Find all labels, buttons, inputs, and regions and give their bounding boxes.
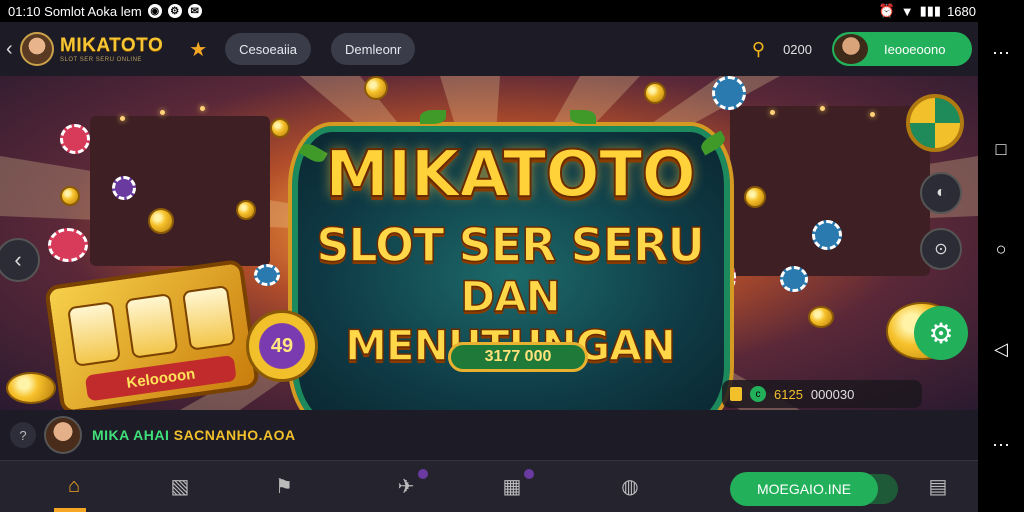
chevron-left-icon[interactable]: ‹ xyxy=(6,38,20,61)
banner-title: MIKATOTO xyxy=(324,137,697,213)
tab-account-icon[interactable]: ◍ xyxy=(610,471,650,501)
lantern xyxy=(820,106,825,111)
slot-reel xyxy=(124,293,179,359)
announcement-name: MIKA AHAI xyxy=(92,427,170,443)
slot-reel xyxy=(67,301,121,367)
casino-chip xyxy=(48,228,88,262)
active-tab-indicator xyxy=(54,508,86,512)
brand-name: MIKATOTO xyxy=(60,35,164,56)
recent-apps-icon[interactable]: □ xyxy=(978,134,1024,164)
coin xyxy=(148,208,174,234)
casino-chip xyxy=(812,220,842,250)
slot-machine: Keloooon xyxy=(43,258,261,410)
lantern xyxy=(120,116,125,121)
star-icon[interactable]: ★ xyxy=(189,37,207,62)
announcement-text: MIKA AHAI SACNANHO.AOA xyxy=(92,427,296,443)
lantern xyxy=(160,110,165,115)
more-dots-icon[interactable]: ⋯ xyxy=(978,430,1024,460)
brand-subtitle: SLOT SER SERU ONLINE xyxy=(60,57,142,63)
status-bar: 01:10 Somlot Aoka lem ◉ ⚙ ✉ ⏰ ▼ ▮▮▮ 1680 xyxy=(0,0,1024,22)
back-triangle-icon[interactable]: ◁ xyxy=(978,334,1024,364)
casino-chip xyxy=(780,266,808,292)
wifi-icon: ▼ xyxy=(900,3,914,19)
coin-icon: c xyxy=(750,386,766,402)
notification-dot xyxy=(524,469,534,479)
header-pill-2[interactable]: Demleonr xyxy=(331,33,416,65)
alarm-icon: ⏰ xyxy=(878,3,895,18)
win-ticker: c 6125 000030 xyxy=(722,380,922,408)
app-header: ‹ MIKATOTO SLOT SER SERU ONLINE ★ Cesoea… xyxy=(0,22,978,76)
user-button-label: Ieooeoono xyxy=(884,41,946,57)
app-notification-icon: ⚙ xyxy=(167,4,182,18)
chat-icon[interactable]: ◐ xyxy=(920,172,962,214)
login-button[interactable]: MOEGAIO.INE xyxy=(730,472,878,506)
tab-wallet-icon[interactable]: ▤ xyxy=(918,471,958,501)
lantern xyxy=(870,112,875,117)
tab-casino-icon[interactable]: ▦ xyxy=(492,469,534,501)
search-icon[interactable]: ⚲ xyxy=(752,39,765,60)
status-battery: 1680 xyxy=(947,3,976,19)
coin xyxy=(60,186,80,206)
leaf-decoration xyxy=(420,110,446,124)
announcer-avatar xyxy=(44,416,82,454)
tab-games-icon[interactable]: ▧ xyxy=(160,471,200,501)
support-icon[interactable]: ⊙ xyxy=(920,228,962,270)
tab-sports-icon[interactable]: ⚑ xyxy=(264,471,304,501)
coin xyxy=(644,82,666,104)
status-right: ⏰ ▼ ▮▮▮ 1680 xyxy=(879,3,976,19)
notification-icon: ◉ xyxy=(147,4,162,18)
header-pill-1[interactable]: Cesoeaiia xyxy=(225,33,311,65)
user-avatar xyxy=(834,34,868,64)
ticker-value-2: 000030 xyxy=(810,386,855,402)
home-icon[interactable]: ⌂ xyxy=(54,471,94,501)
banner-subtitle-1: SLOT SER SERU xyxy=(315,217,705,273)
coin xyxy=(6,372,56,404)
status-left: 01:10 Somlot Aoka lem ◉ ⚙ ✉ xyxy=(8,4,202,19)
notification-dot xyxy=(418,469,428,479)
gear-icon[interactable]: ⚙ xyxy=(914,306,968,360)
announcement-message: SACNANHO.AOA xyxy=(173,427,296,443)
balance-value: 0200 xyxy=(783,41,812,57)
casino-chip xyxy=(712,76,746,110)
home-circle-icon[interactable]: ○ xyxy=(978,234,1024,264)
help-icon[interactable]: ? xyxy=(10,422,36,448)
lantern xyxy=(770,110,775,115)
header-right: ⚲ 0200 Ieooeoono xyxy=(752,32,972,66)
avatar[interactable] xyxy=(20,32,54,66)
announcement-bar: ? MIKA AHAI SACNANHO.AOA xyxy=(0,410,978,460)
leaf-decoration xyxy=(570,110,596,124)
coin xyxy=(236,200,256,220)
ticker-value: 6125 xyxy=(774,386,803,402)
brand-logo[interactable]: MIKATOTO SLOT SER SERU ONLINE xyxy=(60,35,163,63)
user-button[interactable]: Ieooeoono xyxy=(832,32,972,66)
coin xyxy=(364,76,388,100)
app-screen: 01:10 Somlot Aoka lem ◉ ⚙ ✉ ⏰ ▼ ▮▮▮ 1680… xyxy=(0,0,1024,512)
lantern xyxy=(200,106,205,111)
casino-chip xyxy=(112,176,136,200)
casino-chip xyxy=(254,264,280,286)
status-text: 01:10 Somlot Aoka lem xyxy=(8,3,142,19)
promo-banner[interactable]: MIKATOTO SLOT SER SERU DAN MENUTUNGAN 31… xyxy=(0,76,978,410)
casino-chip xyxy=(60,124,90,154)
prize-badge: 3177 000 xyxy=(448,342,588,372)
trophy-icon xyxy=(730,387,742,401)
tab-promo-icon[interactable]: ✈ xyxy=(386,469,428,501)
more-dots-icon[interactable]: ⋯ xyxy=(978,38,1024,68)
slot-reel xyxy=(181,284,236,351)
coin xyxy=(808,306,834,328)
coin xyxy=(270,118,290,138)
purple-coin: 49 xyxy=(246,310,318,382)
signal-icon: ▮▮▮ xyxy=(919,3,942,18)
coin xyxy=(744,186,766,208)
fortune-wheel-icon[interactable] xyxy=(906,94,964,152)
message-icon: ✉ xyxy=(187,4,202,18)
system-nav-rail: ⋯ □ ○ ◁ ⋯ xyxy=(978,22,1024,512)
